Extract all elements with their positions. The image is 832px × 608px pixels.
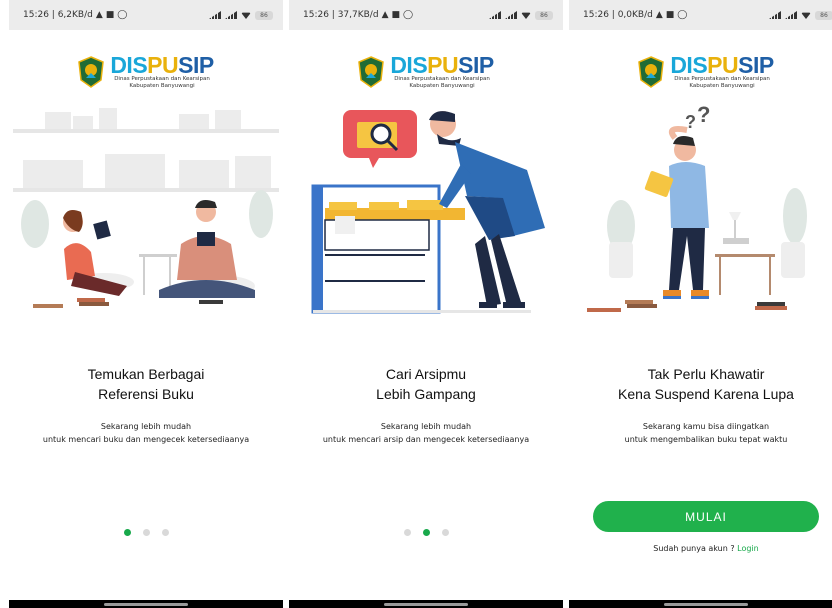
brand-name: DISPUSIP: [670, 52, 774, 78]
page-dot[interactable]: [403, 529, 411, 536]
navigation-bar: [569, 600, 832, 608]
status-time: 15:26 | 0,0KB/d: [583, 10, 653, 20]
page-dot[interactable]: [422, 529, 430, 536]
screen-title: Temukan Berbagai Referensi Buku: [87, 366, 205, 402]
onboarding-screen-2: 15:26 | 37,7KB/d ▲ ■ ◯ 86 DISPUSIP Dinas…: [289, 0, 563, 608]
screen-title: Cari Arsipmu Lebih Gampang: [376, 366, 476, 402]
page-indicator: [9, 529, 283, 536]
whatsapp-icon: ◯: [117, 10, 128, 20]
notification-icon: ■: [665, 10, 675, 20]
screen-subtitle: Sekarang lebih mudah untuk mencari arsip…: [322, 422, 530, 444]
screen-title: Tak Perlu Khawatir Kena Suspend Karena L…: [618, 366, 794, 402]
home-indicator[interactable]: [384, 602, 468, 606]
brand-subtitle-1: Dinas Perpustakaan dan Kearsipan: [114, 76, 210, 82]
battery-icon: 86: [535, 10, 553, 20]
location-icon: ▲: [95, 10, 103, 20]
signal-icon: [225, 11, 237, 19]
signal-icon: [505, 11, 517, 19]
home-indicator[interactable]: [664, 602, 748, 606]
brand-subtitle-2: Kabupaten Banyuwangi: [689, 83, 755, 89]
reading-illustration: [13, 108, 279, 308]
battery-icon: 86: [255, 10, 273, 20]
brand-subtitle-1: Dinas Perpustakaan dan Kearsipan: [394, 76, 490, 82]
navigation-bar: [9, 600, 283, 608]
home-indicator[interactable]: [104, 602, 188, 606]
brand-name: DISPUSIP: [390, 52, 494, 78]
battery-icon: 86: [815, 10, 832, 20]
regency-emblem-icon: [78, 56, 105, 88]
brand-subtitle-1: Dinas Perpustakaan dan Kearsipan: [674, 76, 770, 82]
page-dot[interactable]: [123, 529, 131, 536]
wifi-icon: [241, 12, 251, 19]
page-dot[interactable]: [161, 529, 169, 536]
login-link[interactable]: Login: [737, 544, 759, 553]
signal-icon: [209, 11, 221, 19]
wifi-icon: [521, 12, 531, 19]
brand-subtitle-2: Kabupaten Banyuwangi: [129, 83, 195, 89]
status-time: 15:26 | 37,7KB/d: [303, 10, 379, 20]
status-bar: 15:26 | 37,7KB/d ▲ ■ ◯ 86: [289, 0, 563, 30]
status-bar: 15:26 | 0,0KB/d ▲ ■ ◯ 86: [569, 0, 832, 30]
svg-text:?: ?: [697, 104, 710, 127]
location-icon: ▲: [655, 10, 663, 20]
onboarding-screen-1: 15:26 | 6,2KB/d ▲ ■ ◯ 86 DISPUSIP Dinas …: [9, 0, 283, 608]
login-prompt: Sudah punya akun ? Login: [653, 544, 759, 553]
regency-emblem-icon: [638, 56, 665, 88]
whatsapp-icon: ◯: [403, 10, 414, 20]
brand-subtitle-2: Kabupaten Banyuwangi: [409, 83, 475, 89]
navigation-bar: [289, 600, 563, 608]
signal-icon: [769, 11, 781, 19]
signal-icon: [489, 11, 501, 19]
screen-subtitle: Sekarang kamu bisa diingatkan untuk meng…: [624, 422, 788, 444]
status-bar: 15:26 | 6,2KB/d ▲ ■ ◯ 86: [9, 0, 283, 30]
start-button[interactable]: MULAI: [593, 501, 819, 532]
regency-emblem-icon: [358, 56, 385, 88]
wifi-icon: [801, 12, 811, 19]
signal-icon: [785, 11, 797, 19]
screen-subtitle: Sekarang lebih mudah untuk mencari buku …: [42, 422, 250, 444]
page-indicator: [289, 529, 563, 536]
whatsapp-icon: ◯: [677, 10, 688, 20]
page-dot[interactable]: [441, 529, 449, 536]
onboarding-screen-3: 15:26 | 0,0KB/d ▲ ■ ◯ 86 DISPUSIP Dinas …: [569, 0, 832, 608]
dispusip-logo: DISPUSIP Dinas Perpustakaan dan Kearsipa…: [9, 54, 283, 90]
notification-icon: ■: [391, 10, 400, 20]
archive-search-illustration: [311, 110, 545, 314]
location-icon: ▲: [381, 10, 389, 20]
page-dot[interactable]: [142, 529, 150, 536]
reminder-illustration: ? ?: [587, 104, 807, 312]
notification-icon: ■: [105, 10, 115, 20]
brand-name: DISPUSIP: [110, 52, 214, 78]
status-time: 15:26 | 6,2KB/d: [23, 10, 93, 20]
dispusip-logo: DISPUSIP Dinas Perpustakaan dan Kearsipa…: [569, 54, 832, 90]
dispusip-logo: DISPUSIP Dinas Perpustakaan dan Kearsipa…: [289, 54, 563, 90]
